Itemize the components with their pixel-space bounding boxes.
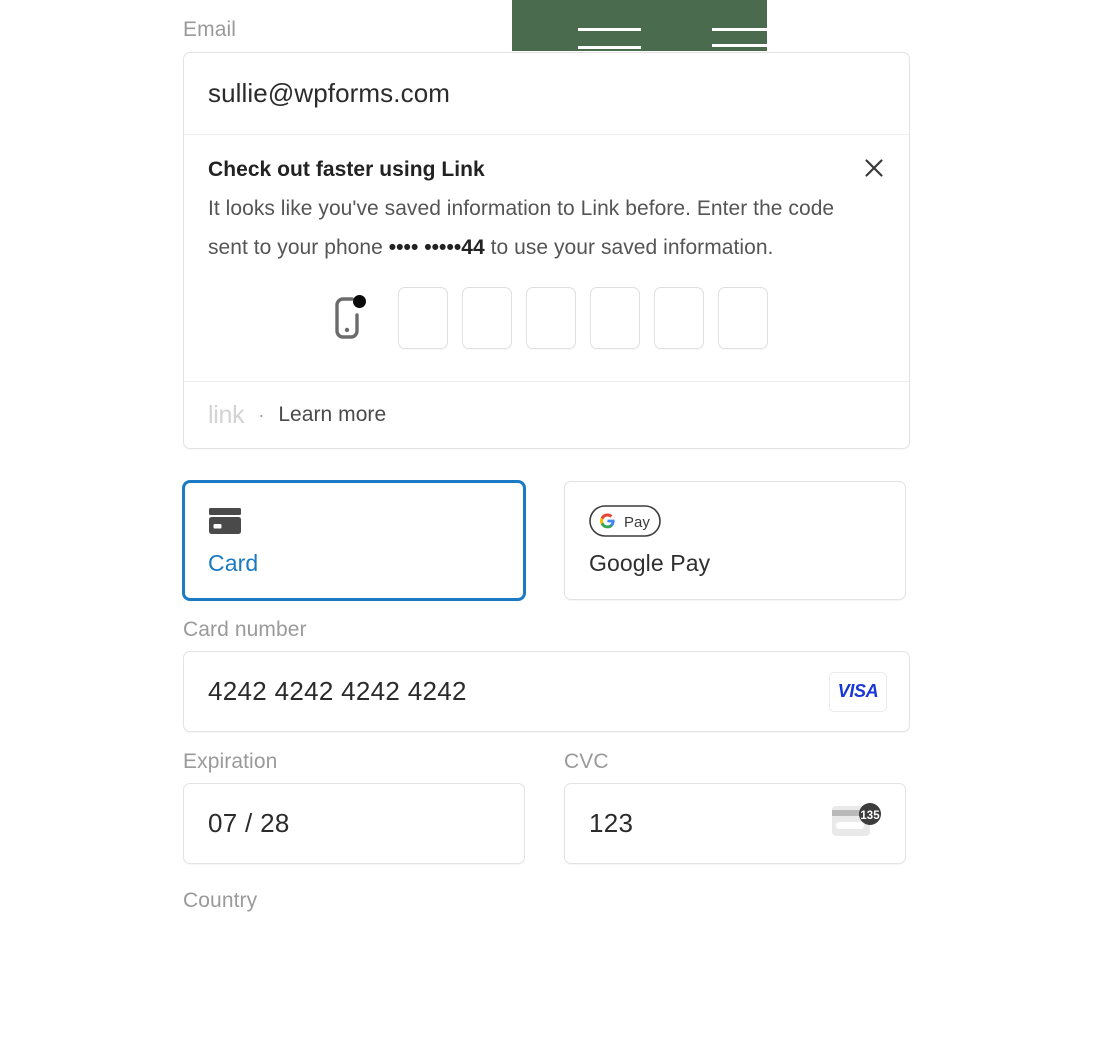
close-icon[interactable] bbox=[857, 151, 891, 185]
link-promo-title: Check out faster using Link bbox=[208, 158, 485, 181]
otp-digit-4[interactable] bbox=[590, 287, 640, 350]
otp-digit-3[interactable] bbox=[526, 287, 576, 350]
visa-brand-icon: VISA bbox=[829, 671, 887, 712]
expiration-field[interactable]: 07 / 28 bbox=[183, 783, 525, 865]
tab-google-pay-label: Google Pay bbox=[589, 550, 711, 577]
svg-text:Pay: Pay bbox=[624, 514, 650, 531]
visa-brand-label: VISA bbox=[837, 681, 879, 702]
otp-digit-5[interactable] bbox=[654, 287, 704, 350]
link-footer: link · Learn more bbox=[184, 382, 909, 448]
email-link-card: sullie@wpforms.com Check out faster usin… bbox=[183, 52, 910, 450]
expiration-group: Expiration 07 / 28 bbox=[183, 732, 525, 865]
link-promo-panel: Check out faster using Link It looks lik… bbox=[184, 135, 909, 383]
card-number-value: 4242 4242 4242 4242 bbox=[208, 676, 467, 707]
link-promo-body-line1: It looks like you've saved information t… bbox=[208, 197, 691, 221]
google-pay-icon: Pay bbox=[589, 504, 905, 538]
cvc-group: CVC 123 135 bbox=[564, 732, 906, 865]
link-footer-separator: · bbox=[258, 404, 265, 425]
cvc-hint-icon: 135 bbox=[831, 801, 883, 846]
otp-digit-2[interactable] bbox=[462, 287, 512, 350]
expiration-label: Expiration bbox=[183, 750, 278, 774]
otp-input-row bbox=[208, 267, 885, 375]
expiration-value: 07 / 28 bbox=[208, 808, 290, 839]
tab-google-pay[interactable]: Pay Google Pay bbox=[564, 481, 906, 601]
tab-card-label: Card bbox=[208, 550, 259, 577]
phone-notification-icon bbox=[328, 292, 372, 344]
learn-more-link[interactable]: Learn more bbox=[278, 403, 386, 427]
email-label: Email bbox=[183, 18, 237, 41]
otp-digit-6[interactable] bbox=[718, 287, 768, 350]
link-promo-phone-last4: 44 bbox=[461, 235, 485, 259]
email-value: sullie@wpforms.com bbox=[208, 78, 451, 108]
link-promo-masked-phone: •••• ••••• bbox=[388, 235, 462, 259]
link-logo: link bbox=[208, 400, 245, 429]
payment-method-tabs: Card Pay Google Pay bbox=[183, 481, 910, 601]
card-number-label: Card number bbox=[183, 618, 307, 642]
cvc-label: CVC bbox=[564, 750, 609, 774]
link-promo-body: It looks like you've saved information t… bbox=[208, 190, 863, 267]
tab-card[interactable]: Card bbox=[183, 481, 525, 601]
email-field[interactable]: sullie@wpforms.com bbox=[184, 53, 909, 135]
cvc-field[interactable]: 123 135 bbox=[564, 783, 906, 865]
cvc-hint-digits: 135 bbox=[860, 810, 880, 822]
link-promo-body-post: to use your saved information. bbox=[484, 235, 774, 259]
expiry-cvc-row: Expiration 07 / 28 CVC 123 135 bbox=[183, 732, 910, 865]
checkout-form: Email sullie@wpforms.com Check out faste… bbox=[183, 0, 910, 911]
cvc-value: 123 bbox=[589, 808, 634, 839]
country-label: Country bbox=[183, 889, 258, 913]
card-number-field[interactable]: 4242 4242 4242 4242 VISA bbox=[183, 651, 910, 733]
credit-card-icon bbox=[208, 504, 523, 538]
otp-digit-1[interactable] bbox=[398, 287, 448, 350]
